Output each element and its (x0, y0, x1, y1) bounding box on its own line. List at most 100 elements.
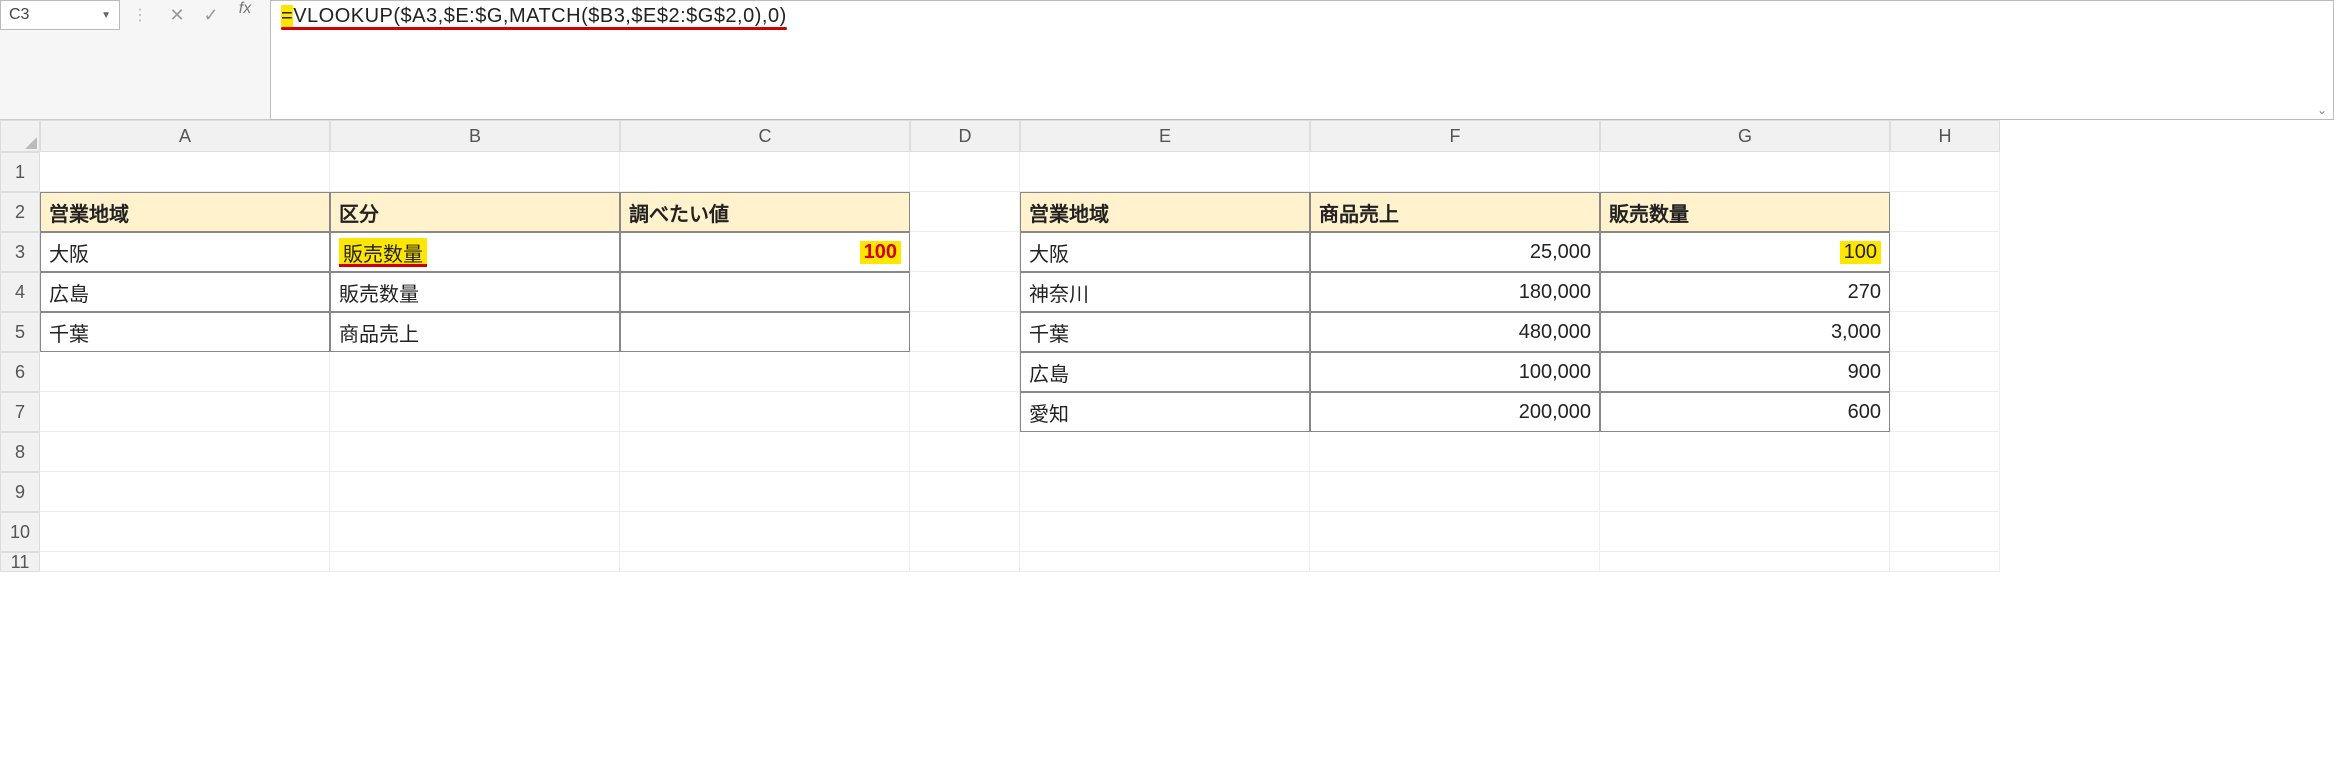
cell-C4[interactable] (620, 272, 910, 312)
row-header-10[interactable]: 10 (0, 512, 40, 552)
cell-A8[interactable] (40, 432, 330, 472)
cell-F5[interactable]: 480,000 (1310, 312, 1600, 352)
cell-D6[interactable] (910, 352, 1020, 392)
cell-F10[interactable] (1310, 512, 1600, 552)
cell-C1[interactable] (620, 152, 910, 192)
cell-H5[interactable] (1890, 312, 2000, 352)
row-header-4[interactable]: 4 (0, 272, 40, 312)
cell-E4[interactable]: 神奈川 (1020, 272, 1310, 312)
col-header-H[interactable]: H (1890, 120, 2000, 152)
cancel-formula-button[interactable]: ✕ (160, 0, 194, 30)
formula-input[interactable]: =VLOOKUP($A3,$E:$G,MATCH($B3,$E$2:$G$2,0… (270, 0, 2334, 120)
cell-H10[interactable] (1890, 512, 2000, 552)
cell-H11[interactable] (1890, 552, 2000, 572)
cell-E1[interactable] (1020, 152, 1310, 192)
name-box-dropdown-icon[interactable]: ▼ (101, 10, 111, 21)
cell-C8[interactable] (620, 432, 910, 472)
cell-D3[interactable] (910, 232, 1020, 272)
cell-C6[interactable] (620, 352, 910, 392)
cell-H3[interactable] (1890, 232, 2000, 272)
insert-function-button[interactable]: fx (228, 0, 262, 18)
row-header-9[interactable]: 9 (0, 472, 40, 512)
cell-G9[interactable] (1600, 472, 1890, 512)
cell-D8[interactable] (910, 432, 1020, 472)
col-header-A[interactable]: A (40, 120, 330, 152)
cell-E2[interactable]: 営業地域 (1020, 192, 1310, 232)
cell-E11[interactable] (1020, 552, 1310, 572)
row-header-1[interactable]: 1 (0, 152, 40, 192)
cell-E3[interactable]: 大阪 (1020, 232, 1310, 272)
cell-H1[interactable] (1890, 152, 2000, 192)
cell-G8[interactable] (1600, 432, 1890, 472)
cell-H6[interactable] (1890, 352, 2000, 392)
cell-H9[interactable] (1890, 472, 2000, 512)
cell-C2[interactable]: 調べたい値 (620, 192, 910, 232)
row-header-6[interactable]: 6 (0, 352, 40, 392)
cell-D10[interactable] (910, 512, 1020, 552)
cell-F8[interactable] (1310, 432, 1600, 472)
cell-D5[interactable] (910, 312, 1020, 352)
cell-B11[interactable] (330, 552, 620, 572)
cell-D11[interactable] (910, 552, 1020, 572)
cell-B7[interactable] (330, 392, 620, 432)
cell-B2[interactable]: 区分 (330, 192, 620, 232)
cell-F1[interactable] (1310, 152, 1600, 192)
cell-F4[interactable]: 180,000 (1310, 272, 1600, 312)
cell-E9[interactable] (1020, 472, 1310, 512)
row-header-11[interactable]: 11 (0, 552, 40, 572)
cell-D4[interactable] (910, 272, 1020, 312)
cell-A5[interactable]: 千葉 (40, 312, 330, 352)
cell-C11[interactable] (620, 552, 910, 572)
cell-A7[interactable] (40, 392, 330, 432)
cell-E10[interactable] (1020, 512, 1310, 552)
cell-D1[interactable] (910, 152, 1020, 192)
cell-F7[interactable]: 200,000 (1310, 392, 1600, 432)
cell-G5[interactable]: 3,000 (1600, 312, 1890, 352)
row-header-5[interactable]: 5 (0, 312, 40, 352)
cell-D7[interactable] (910, 392, 1020, 432)
col-header-E[interactable]: E (1020, 120, 1310, 152)
col-header-G[interactable]: G (1600, 120, 1890, 152)
select-all-corner[interactable] (0, 120, 40, 152)
cell-G3[interactable]: 100 (1600, 232, 1890, 272)
cell-A11[interactable] (40, 552, 330, 572)
cell-H4[interactable] (1890, 272, 2000, 312)
cell-H2[interactable] (1890, 192, 2000, 232)
cell-A1[interactable] (40, 152, 330, 192)
cell-B10[interactable] (330, 512, 620, 552)
col-header-D[interactable]: D (910, 120, 1020, 152)
col-header-F[interactable]: F (1310, 120, 1600, 152)
cell-G6[interactable]: 900 (1600, 352, 1890, 392)
cell-F3[interactable]: 25,000 (1310, 232, 1600, 272)
cell-C5[interactable] (620, 312, 910, 352)
cell-G2[interactable]: 販売数量 (1600, 192, 1890, 232)
name-box[interactable]: C3 ▼ (0, 0, 120, 30)
cell-B4[interactable]: 販売数量 (330, 272, 620, 312)
row-header-2[interactable]: 2 (0, 192, 40, 232)
cell-H7[interactable] (1890, 392, 2000, 432)
cell-G1[interactable] (1600, 152, 1890, 192)
cell-A10[interactable] (40, 512, 330, 552)
cell-F6[interactable]: 100,000 (1310, 352, 1600, 392)
cell-C7[interactable] (620, 392, 910, 432)
cell-F9[interactable] (1310, 472, 1600, 512)
cell-A6[interactable] (40, 352, 330, 392)
col-header-C[interactable]: C (620, 120, 910, 152)
cell-A9[interactable] (40, 472, 330, 512)
cell-B8[interactable] (330, 432, 620, 472)
cell-G7[interactable]: 600 (1600, 392, 1890, 432)
cell-B9[interactable] (330, 472, 620, 512)
cell-H8[interactable] (1890, 432, 2000, 472)
spreadsheet-grid[interactable]: A B C D E F G H 1 2 営業地域 区分 調べたい値 営業地域 商… (0, 120, 2334, 572)
cell-C10[interactable] (620, 512, 910, 552)
accept-formula-button[interactable]: ✓ (194, 0, 228, 30)
col-header-B[interactable]: B (330, 120, 620, 152)
cell-G10[interactable] (1600, 512, 1890, 552)
cell-E5[interactable]: 千葉 (1020, 312, 1310, 352)
row-header-7[interactable]: 7 (0, 392, 40, 432)
cell-E7[interactable]: 愛知 (1020, 392, 1310, 432)
formula-expand-icon[interactable]: ⌄ (2317, 103, 2327, 117)
cell-C3[interactable]: 100 (620, 232, 910, 272)
cell-F11[interactable] (1310, 552, 1600, 572)
cell-A3[interactable]: 大阪 (40, 232, 330, 272)
